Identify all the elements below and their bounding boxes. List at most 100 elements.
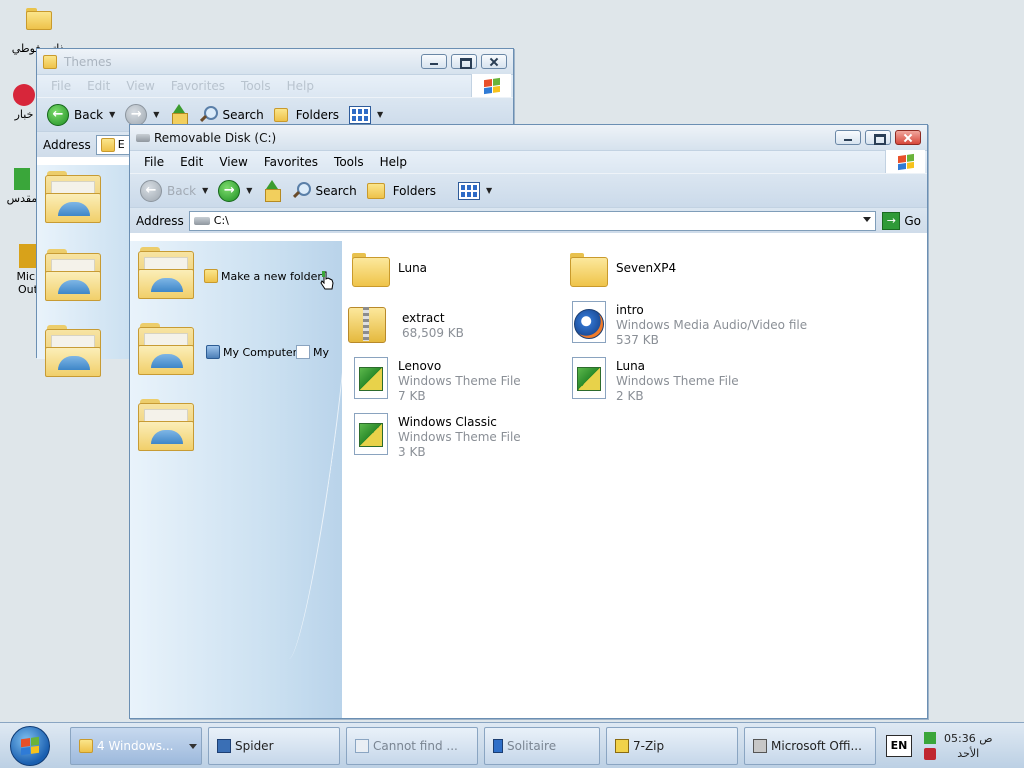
address-input[interactable]: C:\ [188, 210, 877, 231]
removable-disk-window[interactable]: Removable Disk (C:) File Edit View Favor… [129, 124, 928, 719]
menu-tools[interactable]: Tools [241, 79, 271, 93]
back-button[interactable]: ← Back ▼ [140, 179, 208, 202]
file-item[interactable]: Lenovo Windows Theme File 7 KB [350, 355, 560, 404]
address-value: C:\ [213, 214, 229, 227]
office-icon [753, 738, 767, 753]
taskbar-button-office[interactable]: Microsoft Offi... [744, 726, 876, 765]
task-folder-image [138, 399, 194, 451]
window-icon [355, 738, 369, 753]
menu-file[interactable]: File [144, 155, 164, 169]
views-button[interactable]: ▼ [349, 105, 383, 124]
menu-file[interactable]: File [51, 79, 71, 93]
chevron-down-icon[interactable]: ▼ [153, 110, 159, 119]
taskbar-button-error[interactable]: Cannot find ... [346, 726, 478, 765]
computer-icon [206, 345, 220, 359]
theme-icon [350, 411, 390, 455]
menu-tools[interactable]: Tools [334, 155, 364, 169]
chevron-down-icon[interactable]: ▼ [109, 110, 115, 119]
drive-icon [136, 133, 150, 142]
up-button[interactable] [169, 103, 189, 126]
taskbar-button-solitaire[interactable]: Solitaire [484, 726, 600, 765]
outlook-icon [19, 244, 37, 268]
menu-view[interactable]: View [219, 155, 247, 169]
menu-favorites[interactable]: Favorites [264, 155, 318, 169]
folder-icon [43, 54, 57, 69]
file-item[interactable]: extract 68,509 KB [346, 301, 556, 345]
new-folder-icon [204, 269, 218, 283]
up-button[interactable] [262, 179, 282, 202]
chevron-down-icon[interactable] [863, 216, 872, 222]
taskbar-button-spider[interactable]: Spider [208, 726, 340, 765]
address-bar: Address C:\ → Go [130, 207, 927, 233]
windows-logo [471, 74, 511, 97]
menu-help[interactable]: Help [287, 79, 314, 93]
maximize-button[interactable] [865, 130, 891, 145]
forward-button[interactable]: → ▼ [125, 103, 159, 126]
documents-icon [296, 345, 310, 359]
minimize-button[interactable] [835, 130, 861, 145]
task-folder-image [45, 249, 101, 301]
folder-up-icon [262, 179, 282, 202]
taskbar-button-windows-group[interactable]: 4 Windows... [70, 726, 202, 765]
clock-day: الأحد [957, 746, 980, 760]
go-label: Go [904, 213, 921, 228]
go-button[interactable]: → Go [882, 211, 921, 230]
address-label: Address [136, 213, 184, 228]
zip-icon [346, 301, 394, 345]
maximize-button[interactable] [451, 54, 477, 69]
forward-arrow-icon: → [125, 103, 148, 126]
taskbar: 4 Windows... Spider Cannot find ... Soli… [0, 722, 1024, 768]
zip-icon [615, 738, 629, 753]
task-folder-image [45, 171, 101, 223]
my-documents-link[interactable]: My [296, 345, 329, 359]
task-folder-image [45, 325, 101, 377]
make-new-folder-link[interactable]: Make a new folder [204, 269, 322, 283]
network-icon[interactable] [924, 731, 936, 744]
drive-icon [193, 216, 210, 225]
file-item[interactable]: Luna [350, 247, 560, 291]
file-item[interactable]: SevenXP4 [568, 247, 778, 291]
toolbar: ← Back ▼ → ▼ Search Folders ▼ [130, 173, 927, 207]
file-item[interactable]: Luna Windows Theme File 2 KB [568, 355, 778, 404]
folder-icon [79, 738, 93, 753]
search-button[interactable]: Search [292, 181, 357, 200]
language-indicator[interactable]: EN [886, 734, 912, 757]
start-button[interactable] [10, 725, 50, 766]
menu-help[interactable]: Help [380, 155, 407, 169]
title-bar[interactable]: Removable Disk (C:) [130, 125, 927, 151]
address-value: E [117, 138, 125, 151]
title-bar[interactable]: Themes [37, 49, 513, 75]
menu-favorites[interactable]: Favorites [171, 79, 225, 93]
back-button[interactable]: ← Back ▼ [47, 103, 115, 126]
search-button[interactable]: Search [199, 105, 264, 124]
taskbar-button-7zip[interactable]: 7-Zip [606, 726, 738, 765]
menu-edit[interactable]: Edit [87, 79, 110, 93]
system-tray: 05:36 ص الأحد [922, 730, 993, 762]
search-icon [292, 181, 312, 200]
window-body: Make a new folder My Computer My Luna Se… [130, 241, 927, 718]
search-icon [199, 105, 219, 124]
theme-icon [350, 355, 390, 399]
file-item[interactable]: intro Windows Media Audio/Video file 537… [568, 299, 828, 348]
shield-icon[interactable] [924, 747, 936, 760]
forward-button[interactable]: → ▼ [218, 179, 252, 202]
folder-icon [22, 8, 54, 40]
clock-time: 05:36 ص [944, 731, 993, 745]
chevron-down-icon[interactable]: ▼ [246, 186, 252, 195]
task-folder-image [138, 247, 194, 299]
my-computer-link[interactable]: My Computer [206, 345, 297, 359]
windows-flag-icon [483, 77, 500, 94]
theme-icon [568, 355, 608, 399]
folders-button[interactable]: Folders [366, 182, 436, 199]
chevron-down-icon[interactable]: ▼ [202, 186, 208, 195]
menu-view[interactable]: View [126, 79, 154, 93]
minimize-button[interactable] [421, 54, 447, 69]
window-title: Removable Disk (C:) [154, 130, 277, 145]
clock[interactable]: 05:36 ص الأحد [944, 731, 993, 761]
close-button[interactable] [895, 130, 921, 145]
close-button[interactable] [481, 54, 507, 69]
folders-button[interactable]: Folders [273, 107, 339, 122]
views-button[interactable]: ▼ [458, 181, 492, 200]
file-item[interactable]: Windows Classic Windows Theme File 3 KB [350, 411, 560, 460]
menu-edit[interactable]: Edit [180, 155, 203, 169]
